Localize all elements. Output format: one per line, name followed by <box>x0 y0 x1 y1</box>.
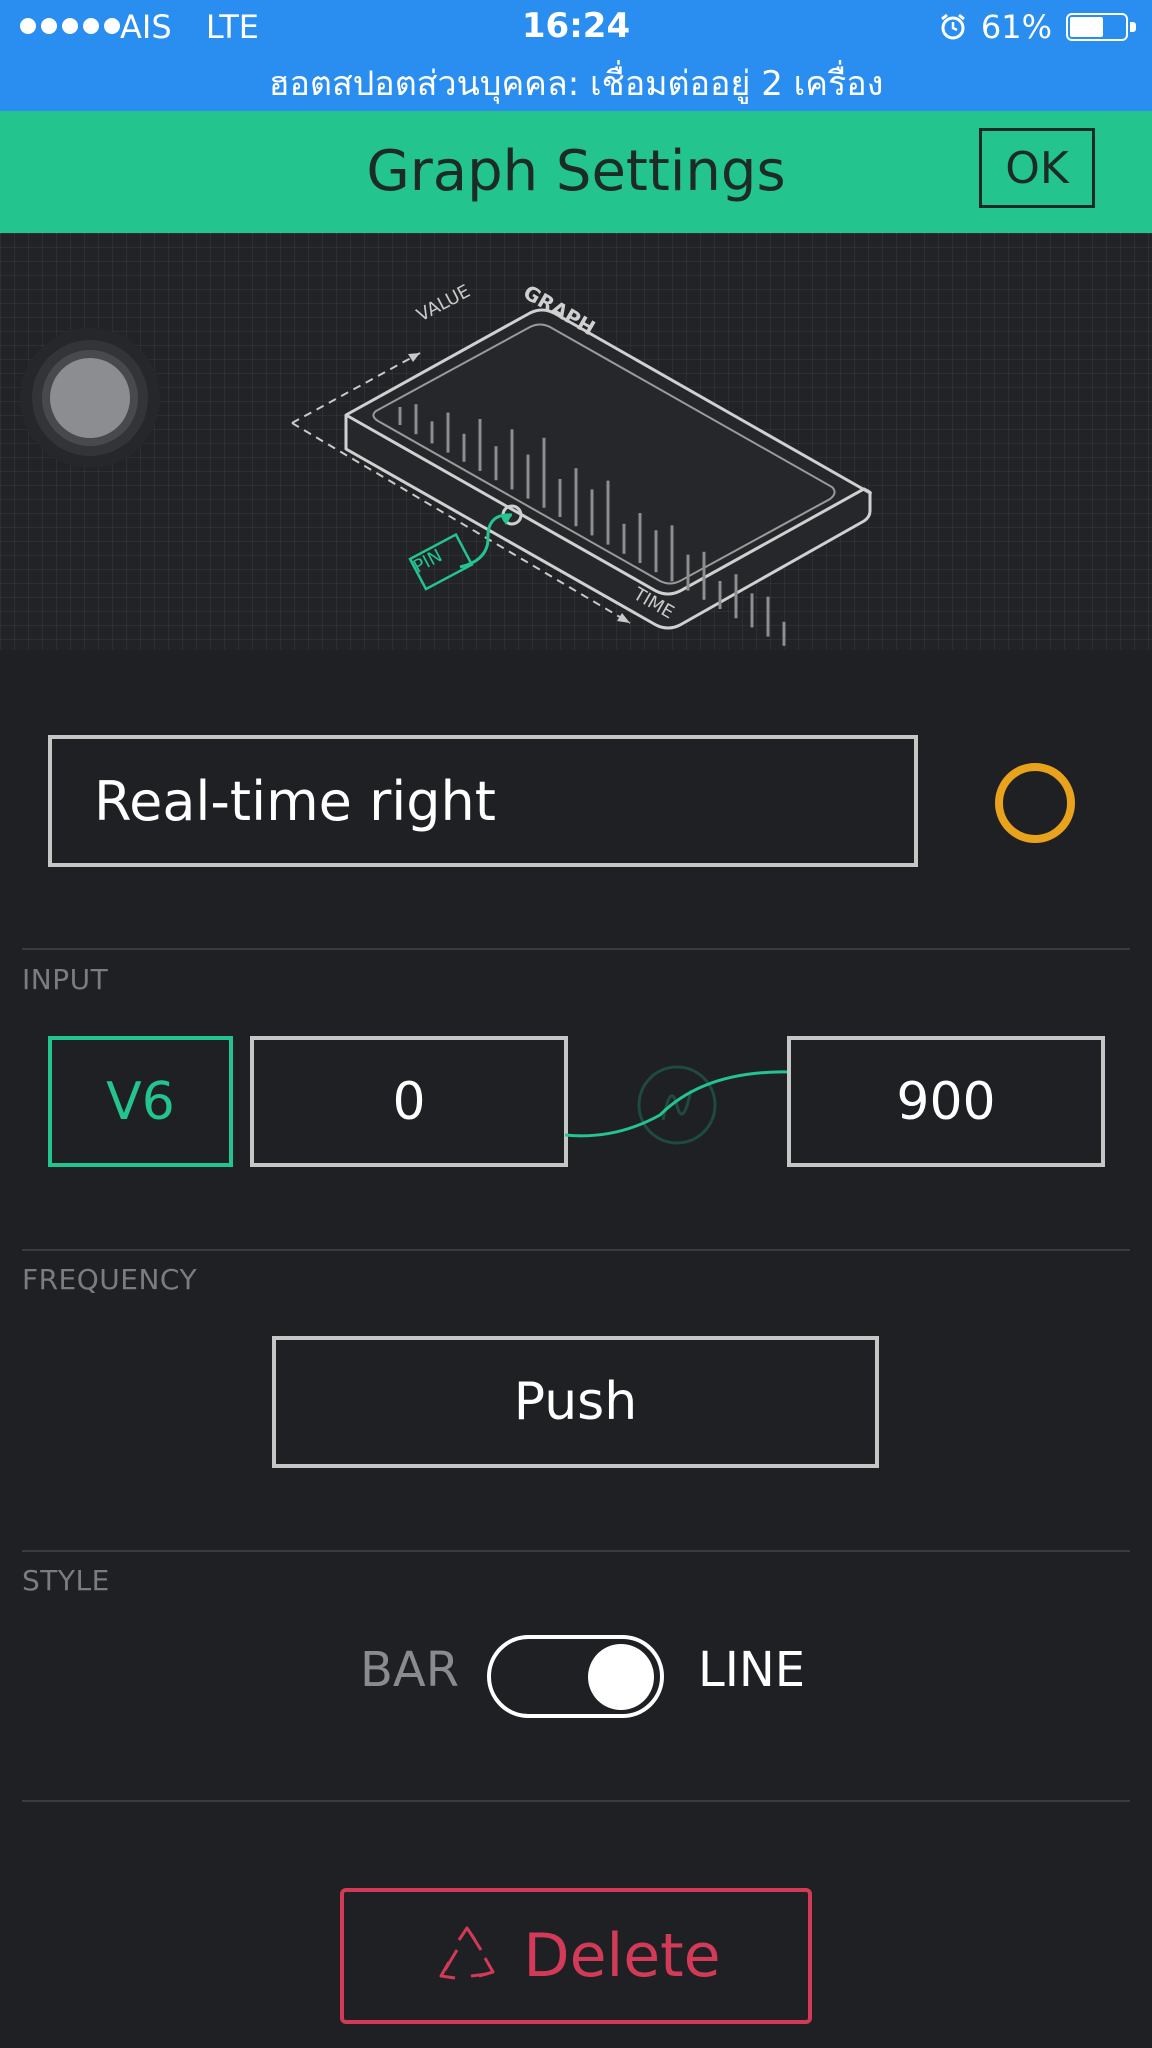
pin-select-button[interactable]: V6 <box>48 1036 233 1167</box>
delete-label: Delete <box>523 1921 721 1991</box>
input-section-label: INPUT <box>22 963 109 996</box>
divider <box>22 1550 1130 1552</box>
frequency-section-label: FREQUENCY <box>22 1263 198 1296</box>
style-toggle[interactable] <box>487 1635 664 1718</box>
color-picker[interactable] <box>995 763 1075 843</box>
ok-button[interactable]: OK <box>979 128 1095 208</box>
header-bar: Graph Settings OK <box>0 111 1152 233</box>
status-bar: AIS LTE 16:24 61% ฮอตสปอตส่วนบุคคล: เชื่… <box>0 0 1152 111</box>
line-option-label[interactable]: LINE <box>698 1642 805 1698</box>
delete-button[interactable]: Delete <box>340 1888 812 2024</box>
frequency-select[interactable]: Push <box>272 1336 879 1468</box>
battery-icon <box>1066 11 1136 43</box>
max-value-input[interactable]: 900 <box>787 1036 1105 1167</box>
drag-handle-icon[interactable] <box>20 328 160 468</box>
recycle-icon <box>439 1926 495 1980</box>
style-section-label: STYLE <box>22 1564 110 1597</box>
style-toggle-row: BAR LINE <box>0 1630 1152 1720</box>
min-value-input[interactable]: 0 <box>250 1036 568 1167</box>
divider <box>22 948 1130 950</box>
toggle-knob[interactable] <box>588 1644 654 1710</box>
bar-option-label[interactable]: BAR <box>360 1642 459 1698</box>
alarm-icon <box>940 13 965 40</box>
divider <box>22 1800 1130 1802</box>
hotspot-banner[interactable]: ฮอตสปอตส่วนบุคคล: เชื่อมต่ออยู่ 2 เครื่อ… <box>0 56 1152 110</box>
widget-name-input[interactable]: Real-time right <box>48 735 918 867</box>
mapping-curve-icon <box>565 1065 790 1145</box>
graph-illustration: VALUE GRAPH TIME PIN <box>0 233 1152 650</box>
divider <box>22 1249 1130 1251</box>
battery-percent: 61% <box>980 8 1052 46</box>
